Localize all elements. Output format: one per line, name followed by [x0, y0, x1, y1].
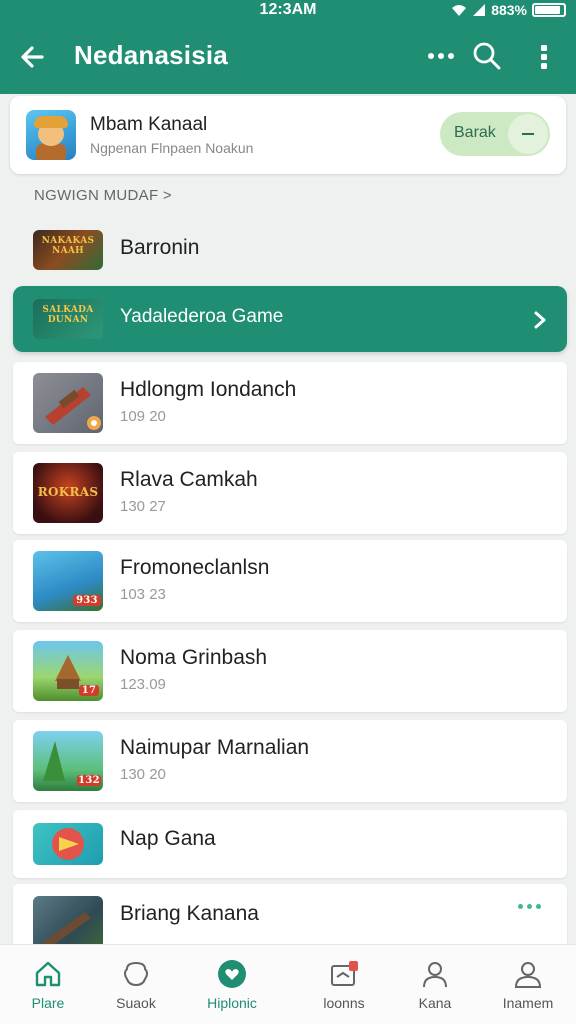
game-meta: 123.09 [120, 676, 166, 693]
app-bar: Nedanasisia [0, 28, 576, 84]
game-thumbnail [33, 823, 103, 865]
page-title: Nedanasisia [74, 40, 228, 70]
minus-icon[interactable] [508, 114, 548, 154]
nav-label: Kana [418, 995, 452, 1011]
game-title: Briang Kanana [120, 902, 259, 925]
game-meta: 103 23 [120, 586, 166, 603]
list-item[interactable]: 17 Noma Grinbash 123.09 [13, 630, 567, 712]
game-thumbnail: ROKRAS [33, 463, 103, 523]
avatar-body [36, 144, 66, 160]
game-thumbnail: 132 [33, 731, 103, 791]
nav-label: Suaok [116, 995, 156, 1011]
battery-percent: 883% [491, 2, 527, 18]
avatar-hat [34, 116, 68, 128]
thumbnail-badge: 17 [79, 685, 99, 696]
game-title: Naimupar Marnalian [120, 736, 310, 759]
nav-item-loonns[interactable]: loonns [296, 945, 392, 1024]
game-thumbnail: NAKAKAS NAAH [33, 230, 103, 270]
profile-icon [514, 962, 542, 988]
profile-name: Mbam Kanaal [90, 114, 208, 135]
nav-label: Inamem [502, 995, 554, 1011]
home-icon [35, 961, 61, 987]
more-dots-icon[interactable] [518, 904, 541, 909]
thumbnail-caption: SALKADA DUNAN [42, 305, 94, 325]
thumbnail-badge: 132 [77, 775, 101, 786]
nav-label: Hiplonic [207, 995, 257, 1011]
heart-badge-icon [218, 960, 246, 988]
list-item[interactable]: NAKAKAS NAAH Barronin [13, 214, 567, 284]
list-item-selected[interactable]: SALKADA DUNAN Yadalederoa Game [13, 286, 567, 352]
nav-item-kana[interactable]: Kana [387, 945, 483, 1024]
avatar [26, 110, 76, 160]
bottom-navigation: Plare Suaok Hiplonic loonns Kana Inamem [0, 944, 576, 1024]
kebab-menu-icon[interactable] [532, 42, 556, 72]
signal-icon [473, 4, 486, 16]
inbox-icon [331, 961, 358, 986]
list-item[interactable]: Hdlongm Iondanch 109 20 [13, 362, 567, 444]
more-horizontal-icon[interactable] [426, 48, 456, 64]
game-title: Yadalederoa Game [120, 306, 284, 327]
game-title: Hdlongm Iondanch [120, 378, 297, 401]
play-badge-icon [52, 828, 84, 860]
game-title: Rlava Camkah [120, 468, 258, 491]
list-item[interactable]: 933 Fromoneclanlsn 103 23 [13, 540, 567, 622]
game-meta: 130 27 [120, 498, 166, 515]
game-title: Barronin [120, 236, 200, 259]
nav-label: loonns [323, 995, 365, 1011]
game-meta: 130 20 [120, 766, 166, 783]
list-item[interactable]: 132 Naimupar Marnalian 130 20 [13, 720, 567, 802]
profile-card[interactable]: Mbam Kanaal Ngpenan Flnpaen Noakun Barak [10, 96, 566, 174]
status-indicators: 883% [451, 0, 566, 20]
barak-toggle[interactable]: Barak [440, 112, 550, 156]
section-header[interactable]: NGWIGN MUDAF > [34, 187, 172, 204]
nav-item-inamem[interactable]: Inamem [480, 945, 576, 1024]
list-item[interactable]: ROKRAS Rlava Camkah 130 27 [13, 452, 567, 534]
thumbnail-badge: 933 [73, 595, 101, 606]
wifi-icon [452, 5, 467, 16]
battery-level [535, 6, 560, 14]
user-icon [423, 962, 447, 988]
status-bar: 12:3AM 883% [0, 0, 576, 22]
crossbow-icon [45, 387, 101, 430]
toggle-label: Barak [454, 124, 496, 141]
game-meta: 109 20 [120, 408, 166, 425]
profile-subtitle: Ngpenan Flnpaen Noakun [90, 140, 254, 156]
thumbnail-caption: NAKAKAS NAAH [41, 236, 95, 256]
nav-item-suaok[interactable]: Suaok [88, 945, 184, 1024]
game-thumbnail: 17 [33, 641, 103, 701]
game-title: Noma Grinbash [120, 646, 268, 669]
game-title: Nap Gana [120, 827, 216, 850]
game-thumbnail: 933 [33, 551, 103, 611]
chat-bubble-icon [124, 961, 148, 987]
game-thumbnail: SALKADA DUNAN [33, 299, 103, 339]
thumbnail-caption: ROKRAS [37, 485, 99, 499]
nav-item-hiplonic[interactable]: Hiplonic [184, 945, 280, 1024]
nav-item-plare[interactable]: Plare [0, 945, 96, 1024]
battery-icon [532, 3, 566, 17]
top-app-bar: 12:3AM 883% Nedanasisia [0, 0, 576, 94]
game-thumbnail [33, 373, 103, 433]
chevron-right-icon [534, 311, 546, 329]
list-item[interactable]: Nap Gana [13, 810, 567, 878]
nav-label: Plare [31, 995, 65, 1011]
back-arrow-icon[interactable] [14, 38, 52, 76]
search-icon[interactable] [472, 41, 502, 71]
game-title: Fromoneclanlsn [120, 556, 270, 579]
